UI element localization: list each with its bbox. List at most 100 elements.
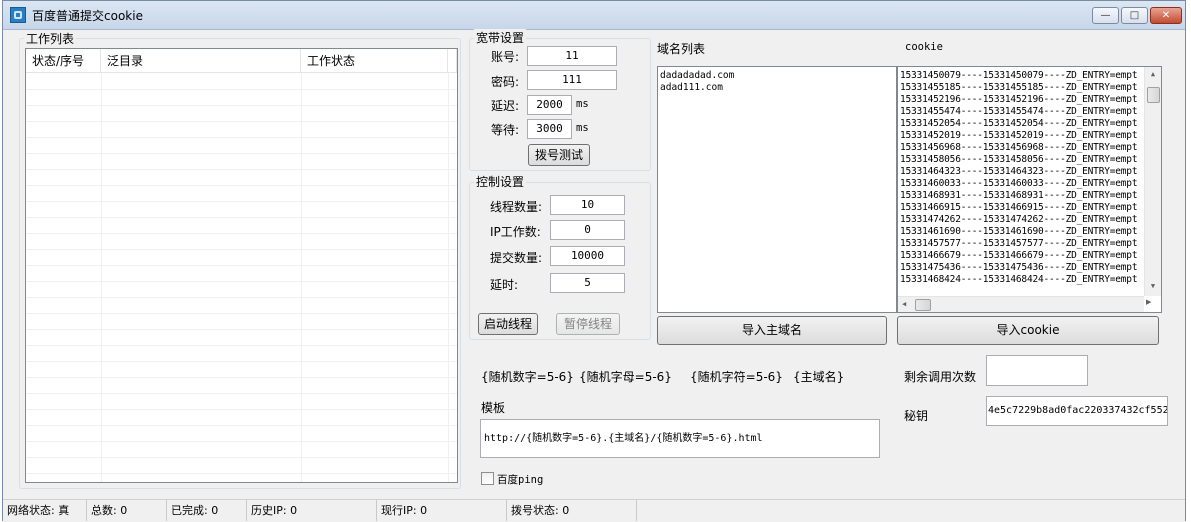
table-row-divider: [26, 441, 457, 442]
baidu-ping-label: 百度ping: [497, 474, 544, 486]
token-main-domain: {主域名}: [793, 370, 845, 384]
status-history-ip: 历史IP: 0: [247, 500, 377, 521]
control-delay-label: 延时:: [490, 278, 519, 292]
cookie-list-item[interactable]: 15331468931----15331468931----ZD_ENTRY=e…: [898, 190, 1144, 202]
table-row-divider: [26, 201, 457, 202]
status-bar: 网络状态: 真 总数: 0 已完成: 0 历史IP: 0 现行IP: 0 拨号状…: [3, 499, 1185, 522]
secret-key-label: 秘钥: [904, 409, 929, 423]
wait-field[interactable]: 3000: [527, 119, 572, 139]
cookie-list-item[interactable]: 15331461690----15331461690----ZD_ENTRY=e…: [898, 226, 1144, 238]
cookie-list-item[interactable]: 15331456968----15331456968----ZD_ENTRY=e…: [898, 142, 1144, 154]
cookie-list-item[interactable]: 15331466679----15331466679----ZD_ENTRY=e…: [898, 250, 1144, 262]
cookie-list-item[interactable]: 15331452054----15331452054----ZD_ENTRY=e…: [898, 118, 1144, 130]
table-row-divider: [26, 297, 457, 298]
threads-field[interactable]: 10: [550, 195, 625, 215]
status-current-ip: 现行IP: 0: [377, 500, 507, 521]
token-random-letters: {随机字母=5-6}: [579, 370, 672, 384]
submit-count-field[interactable]: 10000: [550, 246, 625, 266]
table-row-divider: [26, 473, 457, 474]
remaining-calls-label: 剩余调用次数: [904, 370, 977, 384]
pause-threads-button[interactable]: 暂停线程: [556, 313, 620, 335]
token-random-digits: {随机数字=5-6}: [481, 370, 574, 384]
remaining-calls-field[interactable]: [986, 355, 1088, 386]
control-group-label: 控制设置: [474, 173, 527, 190]
table-grid: [26, 49, 457, 482]
import-domains-button[interactable]: 导入主域名: [657, 316, 887, 345]
cookie-list-item[interactable]: 15331464323----15331464323----ZD_ENTRY=e…: [898, 166, 1144, 178]
table-row-divider: [26, 425, 457, 426]
cookie-list-item[interactable]: 15331474262----15331474262----ZD_ENTRY=e…: [898, 214, 1144, 226]
template-field[interactable]: http://{随机数字=5-6}.{主域名}/{随机数字=5-6}.html: [480, 419, 880, 458]
minimize-button[interactable]: —: [1092, 7, 1119, 24]
horizontal-scroll-thumb[interactable]: [915, 299, 931, 311]
cookie-list-item[interactable]: 15331460033----15331460033----ZD_ENTRY=e…: [898, 178, 1144, 190]
cookie-list-item[interactable]: 15331452019----15331452019----ZD_ENTRY=e…: [898, 130, 1144, 142]
scroll-up-arrow-icon[interactable]: ▲: [1145, 70, 1161, 78]
table-row-divider: [26, 105, 457, 106]
secret-key-field[interactable]: 4e5c7229b8ad0fac220337432cf552: [986, 396, 1168, 426]
cookie-list-item[interactable]: 15331468424----15331468424----ZD_ENTRY=e…: [898, 274, 1144, 286]
status-total: 总数: 0: [87, 500, 167, 521]
cookie-list-item[interactable]: 15331455474----15331455474----ZD_ENTRY=e…: [898, 106, 1144, 118]
close-button[interactable]: ✕: [1150, 7, 1182, 24]
wait-label: 等待:: [491, 123, 520, 137]
app-icon: [10, 7, 26, 23]
cookie-list-item[interactable]: 15331457577----15331457577----ZD_ENTRY=e…: [898, 238, 1144, 250]
table-column-divider: [448, 73, 449, 482]
table-row-divider: [26, 393, 457, 394]
cookie-list-item[interactable]: 15331475436----15331475436----ZD_ENTRY=e…: [898, 262, 1144, 274]
dial-test-button[interactable]: 拨号测试: [528, 144, 590, 166]
table-row-divider: [26, 137, 457, 138]
cookie-list-item[interactable]: 15331458056----15331458056----ZD_ENTRY=e…: [898, 154, 1144, 166]
broadband-group-label: 宽带设置: [474, 29, 527, 46]
table-row-divider: [26, 313, 457, 314]
table-row-divider: [26, 169, 457, 170]
worklist-table[interactable]: 状态/序号 泛目录 工作状态: [25, 48, 458, 483]
token-random-chars: {随机字符=5-6}: [690, 370, 783, 384]
password-label: 密码:: [491, 75, 520, 89]
table-row-divider: [26, 121, 457, 122]
cookie-list-box[interactable]: 15331450079----15331450079----ZD_ENTRY=e…: [897, 66, 1162, 313]
cookie-list-label: cookie: [905, 41, 943, 53]
delay-field[interactable]: 2000: [527, 95, 572, 115]
table-row-divider: [26, 329, 457, 330]
baidu-ping-checkbox[interactable]: [481, 472, 494, 485]
table-row-divider: [26, 281, 457, 282]
domain-list[interactable]: dadadadad.com adad111.com: [657, 66, 897, 313]
domain-list-item[interactable]: adad111.com: [658, 82, 896, 94]
cookie-list-item[interactable]: 15331455185----15331455185----ZD_ENTRY=e…: [898, 82, 1144, 94]
table-row-divider: [26, 361, 457, 362]
maximize-button[interactable]: □: [1121, 7, 1148, 24]
threads-label: 线程数量:: [490, 200, 543, 214]
start-threads-button[interactable]: 启动线程: [478, 313, 538, 335]
cookie-vertical-scrollbar[interactable]: ▲ ▼: [1144, 67, 1161, 296]
title-bar[interactable]: 百度普通提交cookie — □ ✕: [3, 1, 1185, 30]
account-field[interactable]: 11: [527, 46, 617, 66]
table-row-divider: [26, 345, 457, 346]
cookie-horizontal-scrollbar[interactable]: ◀: [898, 296, 1144, 312]
window-title: 百度普通提交cookie: [32, 9, 143, 23]
ip-work-field[interactable]: 0: [550, 220, 625, 240]
scroll-right-arrow-icon[interactable]: ▶: [1146, 298, 1151, 306]
table-row-divider: [26, 153, 457, 154]
table-row-divider: [26, 377, 457, 378]
cookie-list-item[interactable]: 15331452196----15331452196----ZD_ENTRY=e…: [898, 94, 1144, 106]
table-row-divider: [26, 217, 457, 218]
table-row-divider: [26, 185, 457, 186]
import-cookie-button[interactable]: 导入cookie: [897, 316, 1159, 345]
scroll-left-arrow-icon[interactable]: ◀: [902, 300, 906, 308]
cookie-list[interactable]: 15331450079----15331450079----ZD_ENTRY=e…: [898, 70, 1144, 290]
ip-work-label: IP工作数:: [490, 225, 541, 239]
submit-count-label: 提交数量:: [490, 251, 543, 265]
domain-list-item[interactable]: dadadadad.com: [658, 70, 896, 82]
cookie-list-item[interactable]: 15331450079----15331450079----ZD_ENTRY=e…: [898, 70, 1144, 82]
table-column-divider: [101, 73, 102, 482]
vertical-scroll-thumb[interactable]: [1147, 87, 1160, 103]
status-dial: 拨号状态: 0: [507, 500, 637, 521]
cookie-list-item[interactable]: 15331466915----15331466915----ZD_ENTRY=e…: [898, 202, 1144, 214]
password-field[interactable]: 111: [527, 70, 617, 90]
control-delay-field[interactable]: 5: [550, 273, 625, 293]
scroll-down-arrow-icon[interactable]: ▼: [1145, 282, 1161, 290]
table-column-divider: [301, 73, 302, 482]
table-row-divider: [26, 89, 457, 90]
